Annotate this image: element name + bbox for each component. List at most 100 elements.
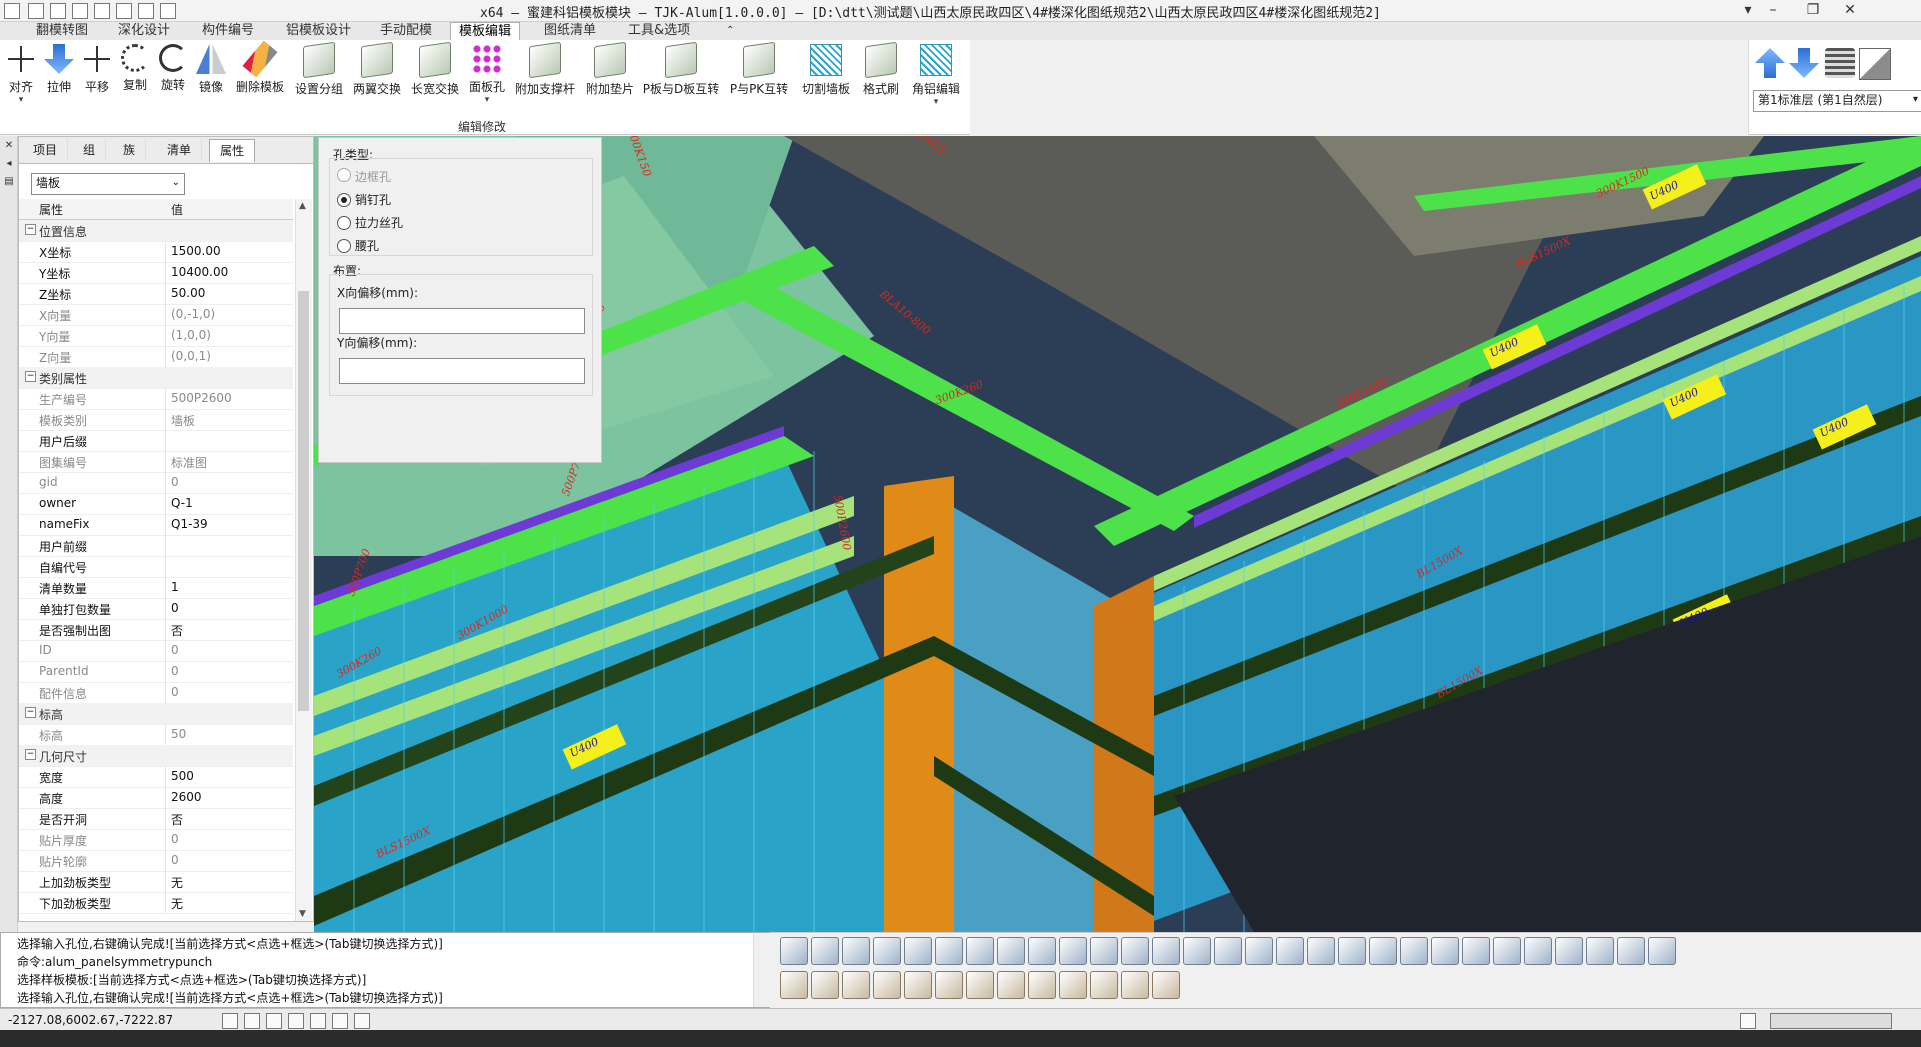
zoom-slider[interactable]	[1770, 1013, 1892, 1029]
collapse-icon[interactable]: −	[25, 749, 36, 760]
extend-icon[interactable]	[842, 937, 870, 965]
property-row[interactable]: Y向量 (1,0,0)	[19, 325, 293, 347]
floor-compare-icon[interactable]	[1859, 48, 1891, 80]
layers-icon[interactable]	[1825, 48, 1855, 78]
hatch-icon[interactable]	[966, 971, 994, 999]
property-row[interactable]: 宽度 500	[19, 766, 293, 788]
tab-gongju[interactable]: 工具&选项	[620, 22, 698, 40]
view-right-icon[interactable]	[966, 937, 994, 965]
close-icon[interactable]: ✕	[1840, 2, 1860, 18]
property-row[interactable]: Z坐标 50.00	[19, 283, 293, 305]
pin-icon[interactable]: ◂	[3, 158, 15, 170]
zoom-window-icon[interactable]	[1152, 937, 1180, 965]
close-panel-icon[interactable]: ✕	[3, 140, 15, 152]
x-offset-input[interactable]	[339, 308, 585, 334]
property-value[interactable]: Q1-39	[171, 517, 208, 531]
property-value[interactable]: 50.00	[171, 286, 205, 300]
stretch-button[interactable]: 拉伸	[42, 42, 76, 114]
tab-goujian[interactable]: 构件编号	[194, 22, 262, 40]
open-icon[interactable]	[50, 3, 66, 19]
help-icon[interactable]: ▾	[1738, 2, 1758, 18]
grid-scrollbar[interactable]: ▲ ▼	[295, 199, 312, 921]
p-pk-convert-button[interactable]: P与PK互转	[724, 41, 794, 114]
add-shim-button[interactable]: 附加垫片	[582, 41, 638, 114]
property-group[interactable]: − 类别属性	[19, 367, 293, 389]
view-front-icon[interactable]	[904, 937, 932, 965]
property-row[interactable]: 标高 50	[19, 724, 293, 746]
property-value[interactable]: 0	[171, 685, 179, 699]
rotate-button[interactable]: 旋转	[156, 42, 190, 114]
restore-icon[interactable]: ❐	[1803, 2, 1823, 18]
orbit-icon[interactable]	[1090, 937, 1118, 965]
redo-icon[interactable]	[160, 3, 176, 19]
render-icon[interactable]	[1462, 937, 1490, 965]
wrench-icon[interactable]	[1524, 937, 1552, 965]
property-value[interactable]: 1500.00	[171, 244, 221, 258]
radio-slot-hole[interactable]	[337, 239, 351, 253]
camera-icon[interactable]	[1555, 937, 1583, 965]
dock-icon[interactable]: ▤	[3, 176, 15, 188]
unlock-icon[interactable]	[1090, 971, 1118, 999]
p-d-convert-button[interactable]: P板与D板互转	[642, 41, 720, 114]
tab-mobanbianji[interactable]: 模板编辑	[450, 22, 521, 41]
floor-down-icon[interactable]	[1789, 48, 1819, 78]
cad-icon[interactable]	[1648, 937, 1676, 965]
collapse-icon[interactable]: −	[25, 371, 36, 382]
lock-icon[interactable]	[1059, 971, 1087, 999]
command-scrollbar[interactable]	[753, 933, 770, 1007]
view-top-icon[interactable]	[873, 937, 901, 965]
property-value[interactable]: 0	[171, 853, 179, 867]
property-row[interactable]: 用户后缀	[19, 430, 293, 452]
property-row[interactable]: Y坐标 10400.00	[19, 262, 293, 284]
property-value[interactable]: 无	[171, 874, 183, 891]
scale-icon[interactable]	[1586, 937, 1614, 965]
set-group-button[interactable]: 设置分组	[292, 41, 346, 114]
swap-lw-button[interactable]: 长宽交换	[408, 41, 462, 114]
command-input[interactable]: 选择输入孔位,右键确认完成![当前选择方式<点选+框选>(Tab键切换选择方式)…	[17, 989, 443, 1006]
property-group[interactable]: − 几何尺寸	[19, 745, 293, 767]
swap-wings-button[interactable]: 两翼交换	[350, 41, 404, 114]
property-row[interactable]: 是否开洞 否	[19, 808, 293, 830]
trim-icon[interactable]	[811, 937, 839, 965]
property-value[interactable]: (0,-1,0)	[171, 307, 215, 321]
radio-tie-hole[interactable]	[337, 216, 351, 230]
light-icon[interactable]	[1400, 937, 1428, 965]
save-icon[interactable]	[72, 3, 88, 19]
property-row[interactable]: 上加劲板类型 无	[19, 871, 293, 893]
copy-button[interactable]: 复制	[118, 42, 152, 114]
cylinder-icon[interactable]	[1152, 971, 1180, 999]
tab-properties[interactable]: 属性	[209, 139, 256, 162]
property-group[interactable]: − 标高	[19, 703, 293, 725]
property-value[interactable]: 否	[171, 622, 183, 639]
floor-select[interactable]: 第1标准层 (第1自然层) ▾	[1753, 90, 1921, 112]
list-icon[interactable]	[904, 971, 932, 999]
otrack-icon[interactable]	[332, 1013, 348, 1029]
scroll-up-icon[interactable]: ▲	[299, 201, 306, 211]
grid-icon[interactable]	[244, 1013, 260, 1029]
print-icon[interactable]	[116, 3, 132, 19]
tab-shoudong[interactable]: 手动配模	[372, 22, 440, 40]
property-value[interactable]: 0	[171, 601, 179, 615]
command-window[interactable]: 选择输入孔位,右键确认完成![当前选择方式<点选+框选>(Tab键切换选择方式)…	[0, 932, 770, 1008]
tab-shenhua[interactable]: 深化设计	[110, 22, 178, 40]
view-left-icon[interactable]	[935, 937, 963, 965]
property-row[interactable]: Z向量 (0,0,1)	[19, 346, 293, 368]
tab-tuzhi[interactable]: 图纸清单	[536, 22, 604, 40]
new-icon[interactable]	[28, 3, 44, 19]
view-back-icon[interactable]	[997, 937, 1025, 965]
property-row[interactable]: X向量 (0,-1,0)	[19, 304, 293, 326]
panel-hole-button[interactable]: 面板孔 ▾	[466, 42, 508, 114]
tab-group[interactable]: 组	[73, 139, 107, 161]
paint-icon[interactable]	[1121, 971, 1149, 999]
type-select[interactable]: 墙板 ⌄	[31, 173, 185, 195]
property-value[interactable]: 否	[171, 811, 183, 828]
measure-icon[interactable]	[1028, 971, 1056, 999]
radio-pin-hole[interactable]	[337, 193, 351, 207]
property-value[interactable]: 标准图	[171, 454, 207, 471]
property-value[interactable]: 10400.00	[171, 265, 228, 279]
select-box-icon[interactable]	[1245, 937, 1273, 965]
property-row[interactable]: 模板类别 墙板	[19, 409, 293, 431]
property-row[interactable]: 是否强制出图 否	[19, 619, 293, 641]
property-value[interactable]: 无	[171, 895, 183, 912]
text-style-icon[interactable]	[811, 971, 839, 999]
